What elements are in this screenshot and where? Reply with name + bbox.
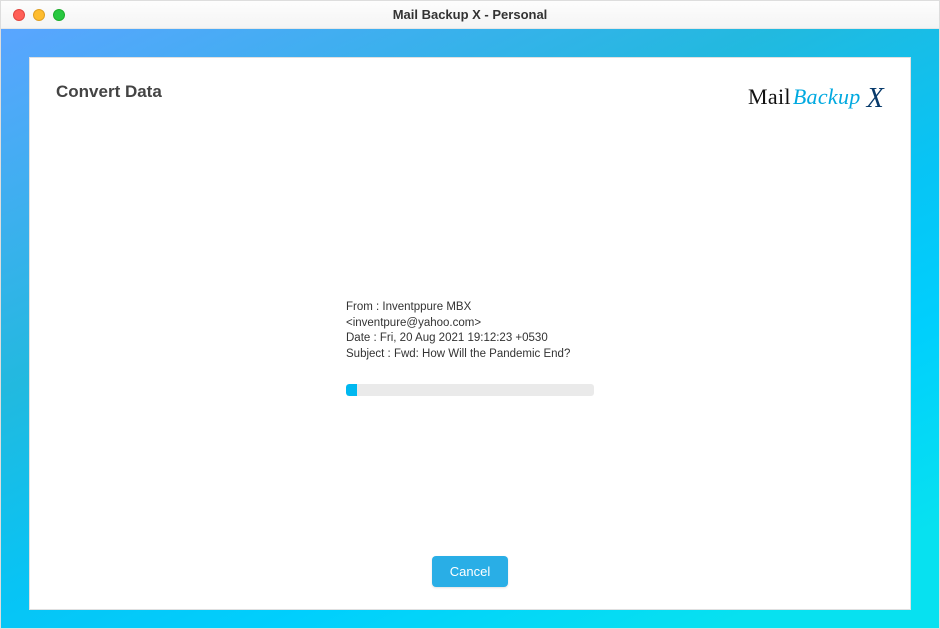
logo-backup: Backup: [793, 84, 861, 110]
window-title: Mail Backup X - Personal: [1, 7, 939, 22]
from-line: From : Inventppure MBX <inventpure@yahoo…: [346, 300, 594, 331]
cancel-button[interactable]: Cancel: [432, 556, 508, 587]
app-logo: MailBackup X: [748, 80, 884, 112]
close-icon[interactable]: [13, 9, 25, 21]
progress-fill: [346, 384, 357, 396]
subject-line: Subject : Fwd: How Will the Pandemic End…: [346, 347, 594, 363]
window-body: Convert Data MailBackup X From : Inventp…: [1, 29, 939, 628]
maximize-icon[interactable]: [53, 9, 65, 21]
main-panel: Convert Data MailBackup X From : Inventp…: [29, 57, 911, 610]
progress-area: From : Inventppure MBX <inventpure@yahoo…: [30, 300, 910, 396]
app-window: Mail Backup X - Personal Convert Data Ma…: [0, 0, 940, 629]
window-controls: [1, 9, 65, 21]
minimize-icon[interactable]: [33, 9, 45, 21]
logo-x: X: [867, 83, 884, 115]
progress-bar: [346, 384, 594, 396]
titlebar: Mail Backup X - Personal: [1, 1, 939, 29]
date-line: Date : Fri, 20 Aug 2021 19:12:23 +0530: [346, 331, 594, 347]
logo-mail: Mail: [748, 84, 791, 110]
current-item-info: From : Inventppure MBX <inventpure@yahoo…: [346, 300, 594, 362]
bottom-bar: Cancel: [30, 556, 910, 587]
